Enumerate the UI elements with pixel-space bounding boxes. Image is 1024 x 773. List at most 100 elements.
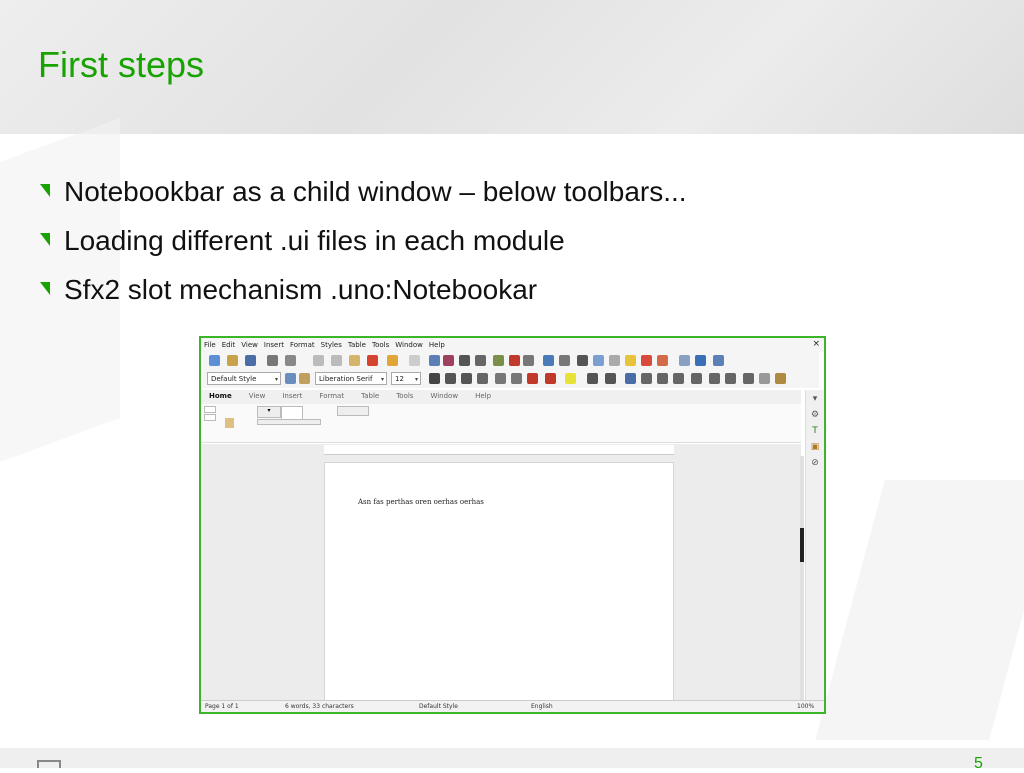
align-right-icon[interactable]	[657, 373, 668, 384]
tab-home[interactable]: Home	[201, 390, 241, 400]
justify-icon[interactable]	[673, 373, 684, 384]
bullets-icon[interactable]	[587, 373, 598, 384]
menu-edit[interactable]: Edit	[219, 338, 239, 349]
chevron-down-icon[interactable]: ▾	[257, 406, 281, 418]
vertical-scrollbar[interactable]	[800, 456, 804, 700]
document-text[interactable]: Asn fas perthas oren oerhas oerhas	[358, 498, 484, 506]
tab-insert[interactable]: Insert	[274, 390, 311, 400]
status-zoom[interactable]: 100%	[797, 703, 814, 710]
clear-formatting-icon[interactable]	[527, 373, 538, 384]
copy-icon[interactable]	[331, 355, 342, 366]
scroll-thumb[interactable]	[800, 528, 804, 562]
paragraph-icon[interactable]	[743, 373, 754, 384]
track-changes-icon[interactable]	[641, 355, 652, 366]
background-shape	[815, 480, 1024, 740]
status-bar: Page 1 of 1 6 words, 33 characters Defau…	[201, 700, 824, 712]
comment-icon[interactable]	[625, 355, 636, 366]
update-style-icon[interactable]	[285, 373, 296, 384]
gallery-icon[interactable]: ▣	[810, 442, 820, 452]
save-icon[interactable]	[245, 355, 256, 366]
paste-icon[interactable]	[225, 418, 234, 428]
menu-insert[interactable]: Insert	[261, 338, 287, 349]
footnote-icon[interactable]	[593, 355, 604, 366]
special-character-icon[interactable]	[559, 355, 570, 366]
line-spacing-icon[interactable]	[691, 373, 702, 384]
highlight-icon[interactable]	[565, 373, 576, 384]
open-icon[interactable]	[227, 355, 238, 366]
increase-indent-icon[interactable]	[709, 373, 720, 384]
line-icon[interactable]	[679, 355, 690, 366]
properties-icon[interactable]: ⚙	[810, 410, 820, 420]
pencil-icon[interactable]	[759, 373, 770, 384]
align-center-icon[interactable]	[641, 373, 652, 384]
tab-tools[interactable]: Tools	[388, 390, 422, 400]
close-icon[interactable]: ×	[812, 339, 820, 349]
panel-control[interactable]	[204, 414, 216, 421]
tab-format[interactable]: Format	[311, 390, 353, 400]
shapes-icon[interactable]	[695, 355, 706, 366]
document-page[interactable]: Asn fas perthas oren oerhas oerhas	[324, 462, 674, 712]
tab-window[interactable]: Window	[422, 390, 467, 400]
spellcheck-icon[interactable]	[443, 355, 454, 366]
strikethrough-icon[interactable]	[477, 373, 488, 384]
menu-table[interactable]: Table	[345, 338, 369, 349]
superscript-icon[interactable]	[495, 373, 506, 384]
underline-icon[interactable]	[461, 373, 472, 384]
cut-icon[interactable]	[313, 355, 324, 366]
font-color-icon[interactable]	[545, 373, 556, 384]
status-language[interactable]: English	[531, 703, 553, 710]
textbox-icon[interactable]	[523, 355, 534, 366]
horizontal-ruler[interactable]	[324, 445, 674, 455]
table-icon[interactable]	[475, 355, 486, 366]
menu-format[interactable]: Format	[287, 338, 318, 349]
brush-icon[interactable]	[775, 373, 786, 384]
menu-help[interactable]: Help	[426, 338, 448, 349]
field-icon[interactable]	[543, 355, 554, 366]
print-icon[interactable]	[267, 355, 278, 366]
panel-control[interactable]	[337, 406, 369, 416]
draw-functions-icon[interactable]	[713, 355, 724, 366]
tab-view[interactable]: View	[241, 390, 275, 400]
sidebar-menu-icon[interactable]: ▾	[810, 394, 820, 404]
clone-formatting-icon[interactable]	[367, 355, 378, 366]
paragraph-style-select[interactable]: Default Style ▾	[207, 372, 281, 385]
tab-help[interactable]: Help	[467, 390, 500, 400]
status-word-count[interactable]: 6 words, 33 characters	[285, 703, 354, 710]
paragraph-style-value: Default Style	[211, 375, 257, 383]
formatting-marks-icon[interactable]	[459, 355, 470, 366]
tab-table[interactable]: Table	[353, 390, 388, 400]
panel-control[interactable]	[204, 406, 216, 413]
menu-tools[interactable]: Tools	[369, 338, 392, 349]
find-icon[interactable]	[429, 355, 440, 366]
chart-icon[interactable]	[509, 355, 520, 366]
header-icon[interactable]	[657, 355, 668, 366]
paste-icon[interactable]	[349, 355, 360, 366]
font-name-select[interactable]: Liberation Serif ▾	[315, 372, 387, 385]
panel-control[interactable]	[257, 419, 321, 425]
new-document-icon[interactable]	[209, 355, 220, 366]
menu-bar: File Edit View Insert Format Styles Table Tools…	[201, 338, 824, 352]
menu-view[interactable]: View	[238, 338, 261, 349]
numbering-icon[interactable]	[605, 373, 616, 384]
undo-icon[interactable]	[387, 355, 398, 366]
bold-icon[interactable]	[429, 373, 440, 384]
navigator-icon[interactable]: ⊘	[810, 458, 820, 468]
bookmark-icon[interactable]	[609, 355, 620, 366]
menu-file[interactable]: File	[201, 338, 219, 349]
new-style-icon[interactable]	[299, 373, 310, 384]
menu-styles[interactable]: Styles	[318, 338, 345, 349]
status-page-style[interactable]: Default Style	[419, 703, 458, 710]
redo-icon[interactable]	[409, 355, 420, 366]
align-left-icon[interactable]	[625, 373, 636, 384]
status-page[interactable]: Page 1 of 1	[205, 703, 239, 710]
hyperlink-icon[interactable]	[577, 355, 588, 366]
print-preview-icon[interactable]	[285, 355, 296, 366]
font-size-select[interactable]: 12 ▾	[391, 372, 421, 385]
styles-icon[interactable]: T	[810, 426, 820, 436]
italic-icon[interactable]	[445, 373, 456, 384]
menu-window[interactable]: Window	[392, 338, 426, 349]
sidebar-tab-bar: ▾ ⚙ T ▣ ⊘	[805, 390, 824, 700]
decrease-indent-icon[interactable]	[725, 373, 736, 384]
subscript-icon[interactable]	[511, 373, 522, 384]
image-icon[interactable]	[493, 355, 504, 366]
